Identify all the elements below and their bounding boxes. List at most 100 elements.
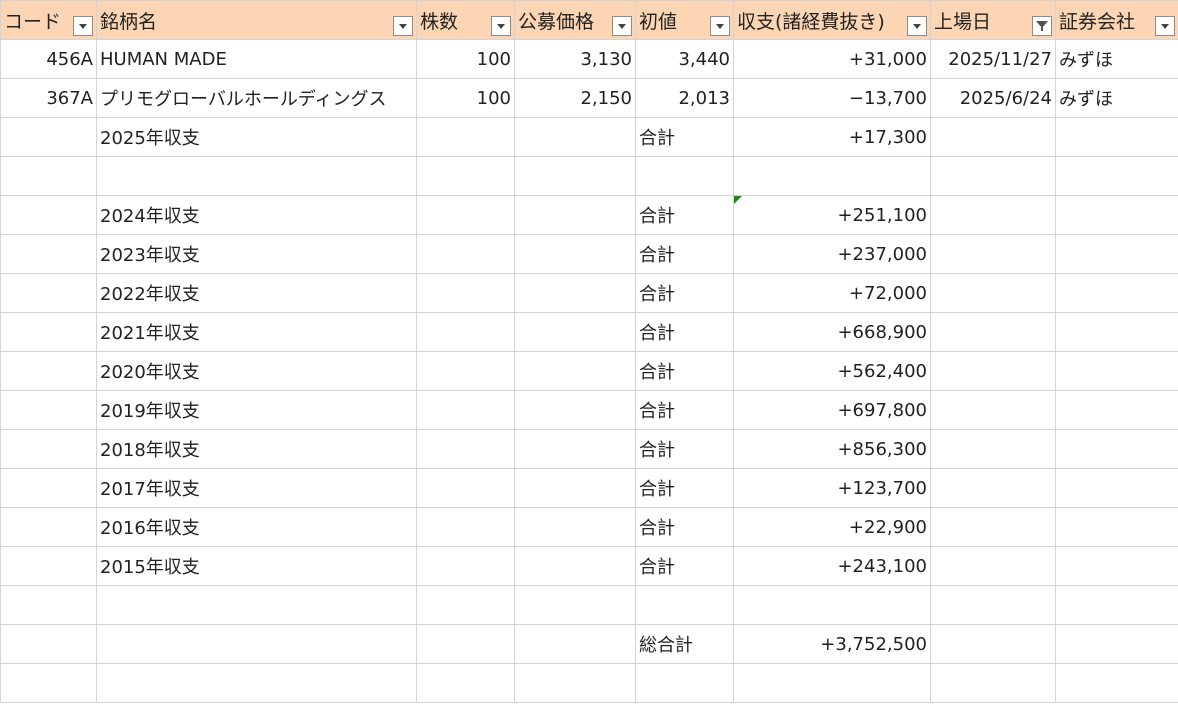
cell-empty[interactable] [416,468,515,508]
cell-empty[interactable] [416,117,515,157]
filter-dropdown-broker[interactable] [1155,16,1175,36]
cell-empty[interactable] [96,156,417,196]
cell-grand-total-label[interactable]: 総合計 [635,624,734,664]
cell-year-label[interactable]: 2025年収支 [96,117,417,157]
cell-year-label[interactable]: 2024年収支 [96,195,417,235]
cell-total-label[interactable]: 合計 [635,390,734,430]
cell-total-label[interactable]: 合計 [635,507,734,547]
cell-total-label[interactable]: 合計 [635,429,734,469]
cell-empty[interactable] [635,585,734,625]
cell-empty[interactable] [930,273,1056,313]
cell-empty[interactable] [416,507,515,547]
cell-empty[interactable] [930,195,1056,235]
cell-total-label[interactable]: 合計 [635,234,734,274]
cell-empty[interactable] [1055,624,1178,664]
cell-empty[interactable] [1055,195,1178,235]
cell-empty[interactable] [930,234,1056,274]
cell-empty[interactable] [1055,429,1178,469]
cell-empty[interactable] [930,624,1056,664]
cell-empty[interactable] [416,663,515,703]
filter-dropdown-pnl[interactable] [907,16,927,36]
cell-empty[interactable] [0,273,97,313]
cell-empty[interactable] [930,468,1056,508]
cell-year-total[interactable]: +237,000 [733,234,931,274]
cell-empty[interactable] [930,312,1056,352]
cell-empty[interactable] [514,351,636,391]
cell-name[interactable]: HUMAN MADE [96,39,417,79]
cell-pnl[interactable]: +31,000 [733,39,931,79]
cell-year-total[interactable]: +22,900 [733,507,931,547]
cell-offer-price[interactable]: 3,130 [514,39,636,79]
cell-empty[interactable] [1055,585,1178,625]
cell-empty[interactable] [514,390,636,430]
cell-year-label[interactable]: 2023年収支 [96,234,417,274]
cell-empty[interactable] [0,156,97,196]
cell-empty[interactable] [1055,507,1178,547]
cell-total-label[interactable]: 合計 [635,468,734,508]
cell-empty[interactable] [930,117,1056,157]
cell-empty[interactable] [1055,156,1178,196]
cell-empty[interactable] [1055,312,1178,352]
cell-empty[interactable] [416,429,515,469]
cell-empty[interactable] [514,546,636,586]
cell-empty[interactable] [0,468,97,508]
cell-empty[interactable] [514,117,636,157]
cell-empty[interactable] [514,156,636,196]
cell-empty[interactable] [514,234,636,274]
cell-total-label[interactable]: 合計 [635,273,734,313]
cell-broker[interactable]: みずほ [1055,39,1178,79]
cell-empty[interactable] [416,390,515,430]
cell-broker[interactable]: みずほ [1055,78,1178,118]
cell-first-price[interactable]: 2,013 [635,78,734,118]
cell-empty[interactable] [96,624,417,664]
filter-dropdown-offer-price[interactable] [612,16,632,36]
filter-dropdown-shares[interactable] [491,16,511,36]
cell-empty[interactable] [96,585,417,625]
cell-year-label[interactable]: 2017年収支 [96,468,417,508]
cell-empty[interactable] [514,468,636,508]
cell-empty[interactable] [514,507,636,547]
cell-empty[interactable] [416,546,515,586]
cell-listing-date[interactable]: 2025/11/27 [930,39,1056,79]
cell-empty[interactable] [1055,546,1178,586]
cell-empty[interactable] [514,429,636,469]
cell-empty[interactable] [930,585,1056,625]
cell-empty[interactable] [416,585,515,625]
cell-empty[interactable] [0,429,97,469]
cell-empty[interactable] [733,663,931,703]
cell-empty[interactable] [930,663,1056,703]
cell-empty[interactable] [1055,234,1178,274]
cell-pnl[interactable]: −13,700 [733,78,931,118]
cell-total-label[interactable]: 合計 [635,351,734,391]
cell-empty[interactable] [514,195,636,235]
cell-empty[interactable] [0,624,97,664]
cell-year-label[interactable]: 2021年収支 [96,312,417,352]
cell-year-total[interactable]: +668,900 [733,312,931,352]
cell-year-label[interactable]: 2019年収支 [96,390,417,430]
cell-offer-price[interactable]: 2,150 [514,78,636,118]
cell-empty[interactable] [1055,390,1178,430]
cell-listing-date[interactable]: 2025/6/24 [930,78,1056,118]
cell-year-total[interactable]: +697,800 [733,390,931,430]
cell-year-label[interactable]: 2020年収支 [96,351,417,391]
cell-empty[interactable] [416,624,515,664]
cell-year-label[interactable]: 2018年収支 [96,429,417,469]
cell-code[interactable]: 456A [0,39,97,79]
cell-empty[interactable] [416,195,515,235]
cell-empty[interactable] [0,234,97,274]
cell-empty[interactable] [514,624,636,664]
cell-empty[interactable] [1055,351,1178,391]
cell-total-label[interactable]: 合計 [635,195,734,235]
cell-empty[interactable] [733,156,931,196]
cell-empty[interactable] [416,273,515,313]
cell-empty[interactable] [0,546,97,586]
cell-empty[interactable] [930,156,1056,196]
cell-empty[interactable] [416,234,515,274]
cell-empty[interactable] [0,351,97,391]
cell-empty[interactable] [416,156,515,196]
cell-name[interactable]: プリモグローバルホールディングス [96,78,417,118]
cell-empty[interactable] [514,273,636,313]
cell-year-total[interactable]: +72,000 [733,273,931,313]
cell-empty[interactable] [733,585,931,625]
cell-total-label[interactable]: 合計 [635,117,734,157]
